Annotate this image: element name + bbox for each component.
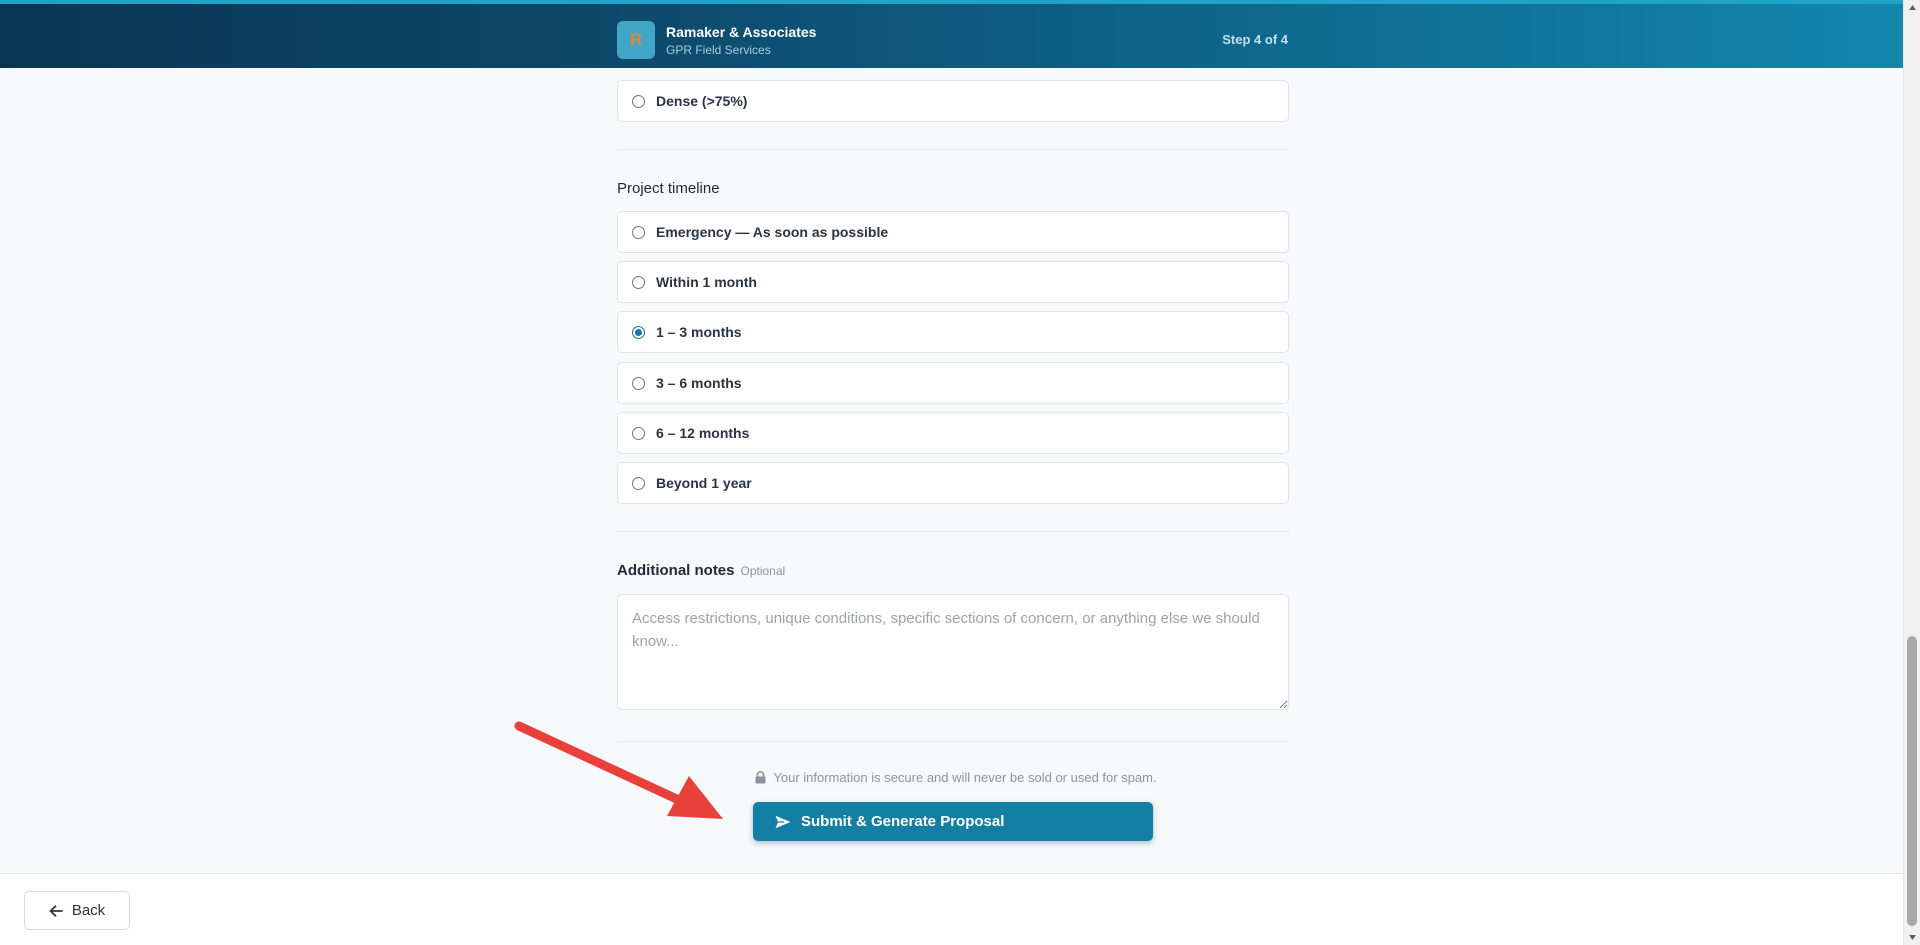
option-label: Within 1 month xyxy=(656,274,757,290)
optional-tag: Optional xyxy=(740,564,786,578)
timeline-label: Project timeline xyxy=(617,180,720,197)
density-option-dense[interactable]: Dense (>75%) xyxy=(617,80,1289,122)
app-header: R Ramaker & Associates GPR Field Service… xyxy=(0,4,1920,68)
option-label: Dense (>75%) xyxy=(656,93,748,109)
submit-label: Submit & Generate Proposal xyxy=(801,813,1005,830)
back-label: Back xyxy=(71,902,106,919)
option-label: 3 – 6 months xyxy=(656,375,742,391)
timeline-option-emergency[interactable]: Emergency — As soon as possible xyxy=(617,211,1289,253)
submit-proposal-button[interactable]: Submit & Generate Proposal xyxy=(753,802,1153,841)
timeline-option-1-3-months[interactable]: 1 – 3 months xyxy=(617,311,1289,353)
option-label: Beyond 1 year xyxy=(656,475,752,491)
radio-button[interactable] xyxy=(632,275,645,289)
radio-button[interactable] xyxy=(632,476,645,490)
notes-label-row: Additional notes Optional xyxy=(617,562,785,579)
lock-icon xyxy=(755,771,766,784)
radio-button[interactable] xyxy=(632,426,645,440)
logo-letter: R xyxy=(629,30,643,49)
page-scrollbar[interactable] xyxy=(1903,0,1920,945)
option-label: 1 – 3 months xyxy=(656,324,742,340)
radio-button[interactable] xyxy=(632,376,645,390)
scrollbar-thumb[interactable] xyxy=(1907,636,1917,926)
radio-button[interactable] xyxy=(632,225,645,239)
timeline-option-within-1-month[interactable]: Within 1 month xyxy=(617,261,1289,303)
arrow-left-icon xyxy=(49,904,63,917)
scroll-up-arrow-icon[interactable] xyxy=(1904,0,1920,15)
option-label: 6 – 12 months xyxy=(656,425,750,441)
option-label: Emergency — As soon as possible xyxy=(656,224,889,240)
send-icon xyxy=(775,815,791,829)
company-logo: R xyxy=(617,21,655,59)
section-divider xyxy=(617,149,1289,150)
section-divider xyxy=(617,531,1289,532)
additional-notes-input[interactable] xyxy=(617,594,1289,710)
annotation-arrow-icon xyxy=(514,721,723,819)
secure-message: Your information is secure and will neve… xyxy=(773,770,1157,785)
brand-block: Ramaker & Associates GPR Field Services xyxy=(666,24,816,58)
radio-button-selected[interactable] xyxy=(632,325,645,339)
company-name: Ramaker & Associates xyxy=(666,24,817,40)
timeline-option-beyond-1-year[interactable]: Beyond 1 year xyxy=(617,462,1289,504)
step-indicator: Step 4 of 4 xyxy=(1222,32,1288,47)
back-button[interactable]: Back xyxy=(24,891,130,930)
company-subtitle: GPR Field Services xyxy=(666,43,771,57)
radio-button[interactable] xyxy=(632,94,645,108)
footer-bar: Back xyxy=(0,873,1903,945)
timeline-option-6-12-months[interactable]: 6 – 12 months xyxy=(617,412,1289,454)
timeline-option-3-6-months[interactable]: 3 – 6 months xyxy=(617,362,1289,404)
scroll-down-arrow-icon[interactable] xyxy=(1904,930,1920,945)
notes-label: Additional notes xyxy=(617,562,735,579)
